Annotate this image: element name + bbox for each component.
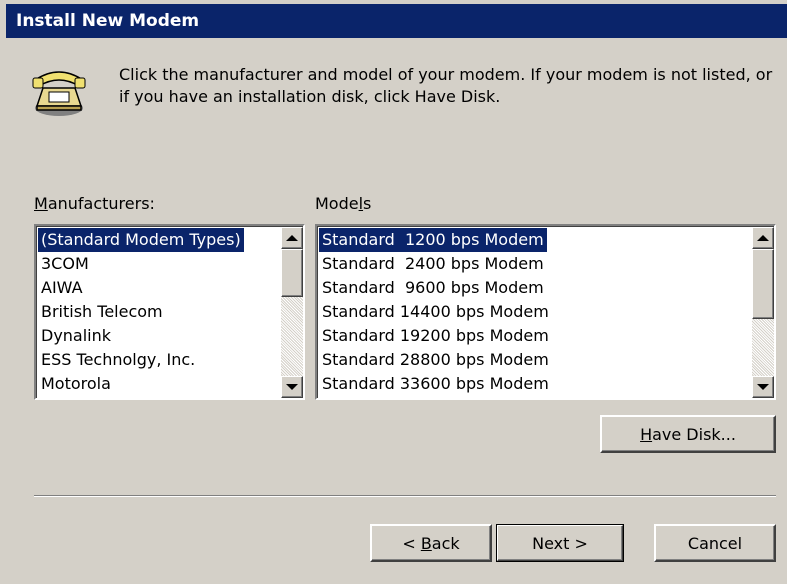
list-item[interactable]: Standard 2400 bps Modem [319,252,552,276]
list-item[interactable]: Standard 14400 bps Modem [319,300,552,324]
list-item[interactable]: AIWA [38,276,244,300]
telephone-modem-icon [32,71,86,116]
scroll-up-button[interactable] [281,227,303,249]
list-item-label: Motorola [41,374,111,393]
list-item[interactable]: Standard 19200 bps Modem [319,324,552,348]
list-item[interactable]: ESS Technolgy, Inc. [38,348,244,372]
list-item-label: Dynalink [41,326,112,345]
list-item[interactable]: British Telecom [38,300,244,324]
scroll-down-button[interactable] [281,376,303,398]
list-item[interactable]: Standard 1200 bps Modem [319,228,552,252]
models-scrollbar[interactable] [752,227,774,398]
list-item[interactable]: Dynalink [38,324,244,348]
list-item-label: (Standard Modem Types) [38,228,244,252]
window-title: Install New Modem [16,11,200,31]
list-item[interactable]: Standard 33600 bps Modem [319,372,552,396]
list-item-label: British Telecom [41,302,163,321]
back-button[interactable]: < Back [370,524,492,562]
have-disk-button[interactable]: Have Disk... [600,415,776,453]
manufacturers-listbox[interactable]: (Standard Modem Types) 3COM AIWA British Te… [34,224,305,400]
list-item-label: Standard 28800 bps Modem [322,350,549,369]
arrow-up-icon [757,235,769,241]
arrow-up-icon [286,235,298,241]
arrow-down-icon [286,384,298,390]
next-button[interactable]: Next > [496,524,624,562]
models-label: Models [315,194,372,213]
list-item-label: Standard 33600 bps Modem [322,374,549,393]
title-bar: Install New Modem [6,4,787,38]
separator [34,495,776,497]
instructions-text: Click the manufacturer and model of your… [119,65,773,106]
scroll-thumb[interactable] [752,249,774,319]
list-item-label: Standard 2400 bps Modem [322,254,544,273]
manufacturers-label: Manufacturers: [34,194,155,213]
scroll-thumb[interactable] [281,249,303,297]
list-item-label: Standard 14400 bps Modem [322,302,549,321]
models-listbox[interactable]: Standard 1200 bps Modem Standard 2400 bps… [315,224,776,400]
manufacturers-scrollbar[interactable] [281,227,303,398]
arrow-down-icon [757,384,769,390]
list-item[interactable]: 3COM [38,252,244,276]
list-item[interactable]: (Standard Modem Types) [38,228,244,252]
list-item[interactable]: Motorola [38,372,244,396]
scroll-up-button[interactable] [752,227,774,249]
list-item-label: Standard 9600 bps Modem [322,278,544,297]
list-item-label: AIWA [41,278,83,297]
cancel-button[interactable]: Cancel [654,524,776,562]
list-item-label: ESS Technolgy, Inc. [41,350,196,369]
install-new-modem-dialog: Install New Modem Click the manufacturer… [0,0,787,584]
list-item[interactable]: Standard 9600 bps Modem [319,276,552,300]
scroll-down-button[interactable] [752,376,774,398]
list-item-label: 3COM [41,254,89,273]
list-item-label: Standard 1200 bps Modem [319,228,547,252]
list-item[interactable]: Standard 28800 bps Modem [319,348,552,372]
list-item-label: Standard 19200 bps Modem [322,326,549,345]
